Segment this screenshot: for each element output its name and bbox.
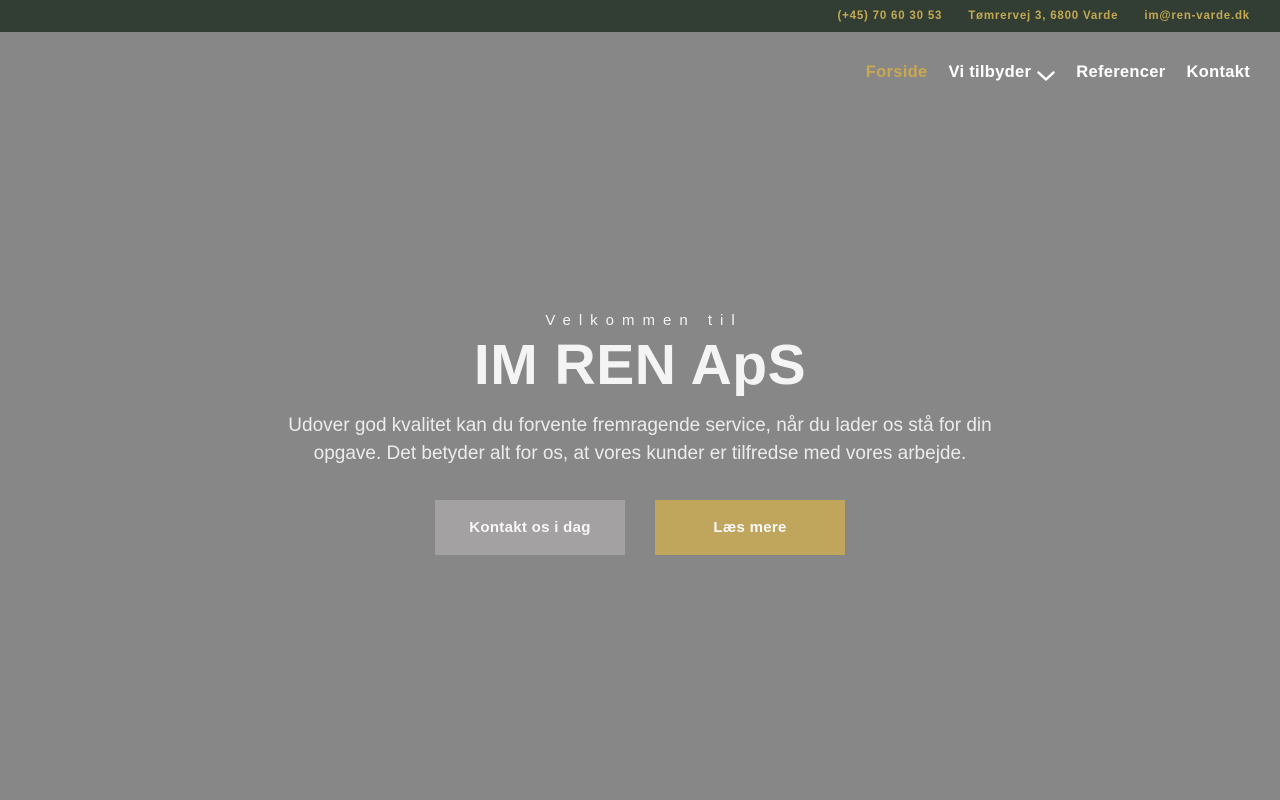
read-more-button[interactable]: Læs mere [655, 499, 845, 555]
topbar-address: Tømrervej 3, 6800 Varde [968, 10, 1119, 22]
hero-eyebrow: Velkommen til [545, 312, 743, 329]
nav-item-vi-tilbyder-label: Vi tilbyder [948, 62, 1032, 81]
nav-item-forside[interactable]: Forside [866, 63, 928, 82]
topbar-email-link[interactable]: im@ren-varde.dk [1144, 10, 1250, 22]
hero-buttons: Kontakt os i dag Læs mere [0, 499, 1280, 555]
topbar-phone-link[interactable]: (+45) 70 60 30 53 [838, 10, 943, 22]
hero-section: Velkommen til IM REN ApS Udover god kval… [0, 112, 1280, 555]
nav-item-referencer[interactable]: Referencer [1076, 63, 1165, 82]
chevron-down-icon [1037, 68, 1055, 81]
main-nav: Forside Vi tilbyder Referencer Kontakt [0, 32, 1280, 112]
page-title: IM REN ApS [473, 333, 807, 397]
hero-subtitle: Udover god kvalitet kan du forvente frem… [288, 414, 992, 464]
nav-item-kontakt[interactable]: Kontakt [1186, 63, 1250, 82]
contact-button[interactable]: Kontakt os i dag [435, 499, 625, 555]
nav-item-vi-tilbyder[interactable]: Vi tilbyder [948, 63, 1055, 82]
topbar: (+45) 70 60 30 53 Tømrervej 3, 6800 Vard… [0, 0, 1280, 32]
